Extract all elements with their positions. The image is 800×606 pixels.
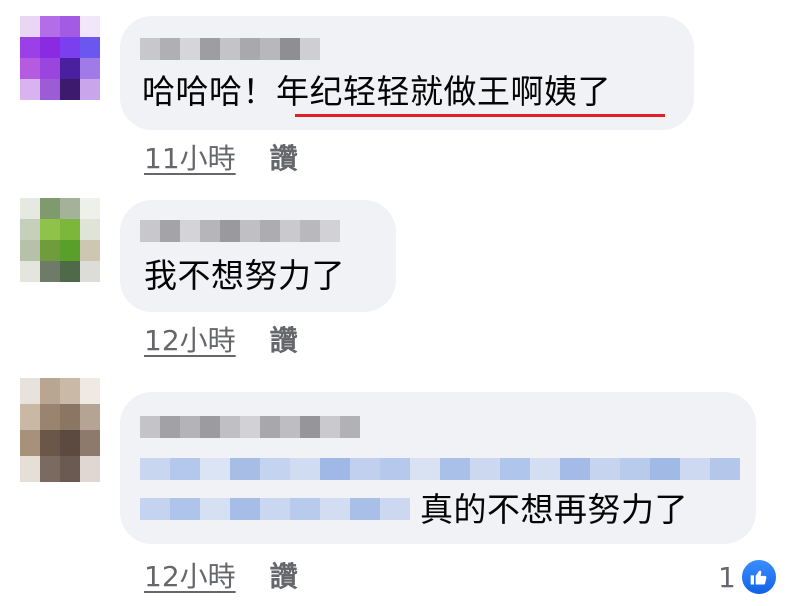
- avatar[interactable]: [20, 198, 100, 282]
- comment-bubble: 哈哈哈！年纪轻轻就做王啊姨了: [120, 16, 694, 130]
- avatar[interactable]: [20, 16, 100, 100]
- comment-bubble: 我不想努力了: [120, 200, 396, 312]
- like-button[interactable]: 讚: [270, 324, 298, 358]
- commenter-name-blurred[interactable]: [140, 416, 360, 438]
- blurred-text-line: [140, 498, 410, 520]
- reaction-count: 1: [718, 560, 736, 594]
- commenter-name-blurred[interactable]: [140, 38, 320, 60]
- blurred-text-line: [140, 458, 740, 480]
- comment-text: 我不想努力了: [144, 256, 345, 295]
- comment-timestamp[interactable]: 11小時: [144, 142, 236, 176]
- comment-text-highlighted: 年纪轻轻就做王啊姨了: [276, 72, 611, 111]
- comment-text: 哈哈哈！: [142, 72, 276, 111]
- like-button[interactable]: 讚: [270, 142, 298, 176]
- comment-timestamp[interactable]: 12小時: [144, 324, 236, 358]
- comment-text: 真的不想再努力了: [420, 490, 688, 529]
- reaction-summary[interactable]: 1: [718, 558, 778, 596]
- avatar[interactable]: [20, 378, 100, 482]
- like-button[interactable]: 讚: [270, 560, 298, 594]
- commenter-name-blurred[interactable]: [140, 220, 340, 242]
- comment-bubble: 真的不想再努力了: [120, 392, 756, 544]
- comment-timestamp[interactable]: 12小時: [144, 560, 236, 594]
- thumbs-up-icon: [739, 558, 778, 596]
- red-underline: [295, 114, 665, 117]
